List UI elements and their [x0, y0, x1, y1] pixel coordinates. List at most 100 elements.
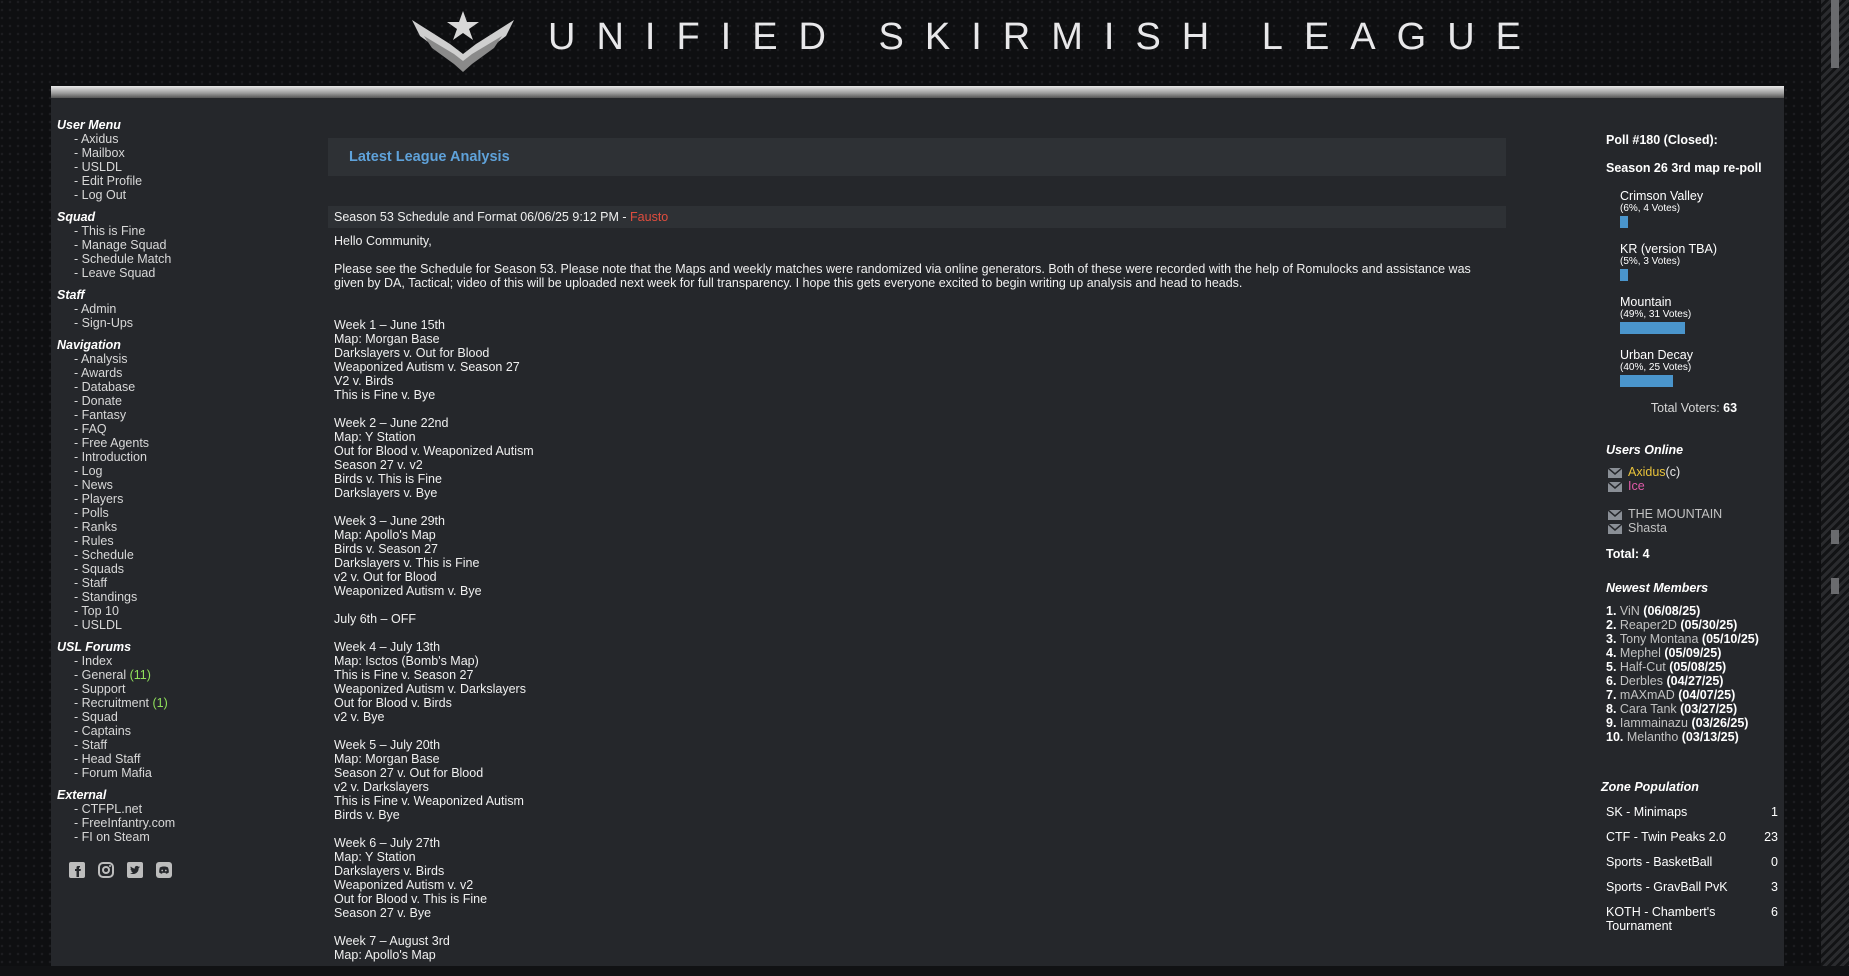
- menu-item-players[interactable]: - Players: [57, 492, 287, 506]
- menu-item-admin[interactable]: - Admin: [57, 302, 287, 316]
- menu-item-axidus[interactable]: - Axidus: [57, 132, 287, 146]
- menu-link-free-agents[interactable]: Free Agents: [82, 436, 149, 450]
- member-name-link[interactable]: Half-Cut: [1620, 660, 1666, 674]
- menu-link-axidus[interactable]: Axidus: [81, 132, 119, 146]
- menu-link-recruitment[interactable]: Recruitment: [82, 696, 149, 710]
- menu-item-squads[interactable]: - Squads: [57, 562, 287, 576]
- menu-link-leave-squad[interactable]: Leave Squad: [82, 266, 156, 280]
- menu-link-ctfpl-net[interactable]: CTFPL.net: [82, 802, 142, 816]
- menu-link-index[interactable]: Index: [82, 654, 113, 668]
- menu-item-freeinfantry-com[interactable]: - FreeInfantry.com: [57, 816, 287, 830]
- menu-item-free-agents[interactable]: - Free Agents: [57, 436, 287, 450]
- menu-link-squad[interactable]: Squad: [82, 710, 118, 724]
- menu-link-sign-ups[interactable]: Sign-Ups: [82, 316, 133, 330]
- menu-link-log-out[interactable]: Log Out: [82, 188, 126, 202]
- menu-link-general[interactable]: General: [82, 668, 126, 682]
- member-name-link[interactable]: Iammainazu: [1620, 716, 1688, 730]
- menu-link-mailbox[interactable]: Mailbox: [82, 146, 125, 160]
- menu-item-fantasy[interactable]: - Fantasy: [57, 408, 287, 422]
- menu-item-top-10[interactable]: - Top 10: [57, 604, 287, 618]
- menu-item-awards[interactable]: - Awards: [57, 366, 287, 380]
- menu-item-introduction[interactable]: - Introduction: [57, 450, 287, 464]
- menu-item-index[interactable]: - Index: [57, 654, 287, 668]
- menu-link-ranks[interactable]: Ranks: [82, 520, 117, 534]
- online-user[interactable]: THE MOUNTAIN: [1607, 507, 1782, 521]
- online-user-name[interactable]: Shasta: [1628, 521, 1667, 535]
- menu-item-forum-mafia[interactable]: - Forum Mafia: [57, 766, 287, 780]
- online-user[interactable]: Axidus (c): [1607, 465, 1782, 479]
- online-user-name[interactable]: Ice: [1628, 479, 1645, 493]
- menu-link-staff[interactable]: Staff: [82, 738, 107, 752]
- zone-row[interactable]: Sports - GravBall PvK 3: [1606, 880, 1778, 894]
- zone-row[interactable]: CTF - Twin Peaks 2.0 23: [1606, 830, 1778, 844]
- menu-item-analysis[interactable]: - Analysis: [57, 352, 287, 366]
- online-user-name[interactable]: THE MOUNTAIN: [1628, 507, 1722, 521]
- menu-item-fi-on-steam[interactable]: - FI on Steam: [57, 830, 287, 844]
- menu-item-usldl[interactable]: - USLDL: [57, 160, 287, 174]
- menu-item-schedule[interactable]: - Schedule: [57, 548, 287, 562]
- zone-row[interactable]: SK - Minimaps 1: [1606, 805, 1778, 819]
- menu-item-schedule-match[interactable]: - Schedule Match: [57, 252, 287, 266]
- menu-item-donate[interactable]: - Donate: [57, 394, 287, 408]
- menu-link-database[interactable]: Database: [82, 380, 136, 394]
- menu-link-top-10[interactable]: Top 10: [81, 604, 119, 618]
- mail-icon[interactable]: [1607, 509, 1623, 520]
- menu-item-log-out[interactable]: - Log Out: [57, 188, 287, 202]
- menu-link-standings[interactable]: Standings: [82, 590, 138, 604]
- menu-item-ctfpl-net[interactable]: - CTFPL.net: [57, 802, 287, 816]
- mail-icon[interactable]: [1607, 481, 1623, 492]
- menu-link-forum-mafia[interactable]: Forum Mafia: [82, 766, 152, 780]
- menu-item-manage-squad[interactable]: - Manage Squad: [57, 238, 287, 252]
- online-user-name[interactable]: Axidus: [1628, 465, 1666, 479]
- member-name-link[interactable]: mAXmAD: [1620, 688, 1675, 702]
- zone-row[interactable]: KOTH - Chambert's Tournament 6: [1606, 905, 1778, 933]
- facebook-icon[interactable]: [67, 860, 86, 879]
- menu-item-ranks[interactable]: - Ranks: [57, 520, 287, 534]
- menu-item-staff[interactable]: - Staff: [57, 738, 287, 752]
- instagram-icon[interactable]: [96, 860, 115, 879]
- mail-icon[interactable]: [1607, 467, 1623, 478]
- menu-item-log[interactable]: - Log: [57, 464, 287, 478]
- menu-link-rules[interactable]: Rules: [82, 534, 114, 548]
- menu-item-edit-profile[interactable]: - Edit Profile: [57, 174, 287, 188]
- menu-item-general[interactable]: - General (11): [57, 668, 287, 682]
- menu-item-news[interactable]: - News: [57, 478, 287, 492]
- menu-link-players[interactable]: Players: [82, 492, 124, 506]
- menu-link-edit-profile[interactable]: Edit Profile: [82, 174, 142, 188]
- menu-link-log[interactable]: Log: [82, 464, 103, 478]
- menu-link-this-is-fine[interactable]: This is Fine: [81, 224, 145, 238]
- menu-item-mailbox[interactable]: - Mailbox: [57, 146, 287, 160]
- menu-link-awards[interactable]: Awards: [81, 366, 122, 380]
- mail-icon[interactable]: [1607, 523, 1623, 534]
- menu-item-database[interactable]: - Database: [57, 380, 287, 394]
- menu-link-introduction[interactable]: Introduction: [82, 450, 147, 464]
- menu-item-faq[interactable]: - FAQ: [57, 422, 287, 436]
- member-name-link[interactable]: Melantho: [1627, 730, 1678, 744]
- menu-link-support[interactable]: Support: [82, 682, 126, 696]
- menu-link-admin[interactable]: Admin: [81, 302, 116, 316]
- menu-link-usldl[interactable]: USLDL: [82, 160, 122, 174]
- menu-link-head-staff[interactable]: Head Staff: [82, 752, 141, 766]
- menu-link-schedule-match[interactable]: Schedule Match: [82, 252, 172, 266]
- menu-item-polls[interactable]: - Polls: [57, 506, 287, 520]
- menu-item-squad[interactable]: - Squad: [57, 710, 287, 724]
- menu-item-leave-squad[interactable]: - Leave Squad: [57, 266, 287, 280]
- zone-row[interactable]: Sports - BasketBall 0: [1606, 855, 1778, 869]
- menu-link-captains[interactable]: Captains: [82, 724, 131, 738]
- menu-item-sign-ups[interactable]: - Sign-Ups: [57, 316, 287, 330]
- menu-link-staff[interactable]: Staff: [82, 576, 107, 590]
- menu-item-recruitment[interactable]: - Recruitment (1): [57, 696, 287, 710]
- menu-item-standings[interactable]: - Standings: [57, 590, 287, 604]
- online-user[interactable]: Shasta: [1607, 521, 1782, 535]
- menu-link-squads[interactable]: Squads: [82, 562, 124, 576]
- menu-item-staff[interactable]: - Staff: [57, 576, 287, 590]
- menu-item-captains[interactable]: - Captains: [57, 724, 287, 738]
- menu-item-usldl[interactable]: - USLDL: [57, 618, 287, 632]
- menu-item-head-staff[interactable]: - Head Staff: [57, 752, 287, 766]
- post-author-link[interactable]: Fausto: [630, 210, 668, 224]
- menu-link-schedule[interactable]: Schedule: [82, 548, 134, 562]
- menu-link-fi-on-steam[interactable]: FI on Steam: [82, 830, 150, 844]
- member-name-link[interactable]: ViN: [1620, 604, 1640, 618]
- menu-link-analysis[interactable]: Analysis: [81, 352, 128, 366]
- menu-link-fantasy[interactable]: Fantasy: [82, 408, 126, 422]
